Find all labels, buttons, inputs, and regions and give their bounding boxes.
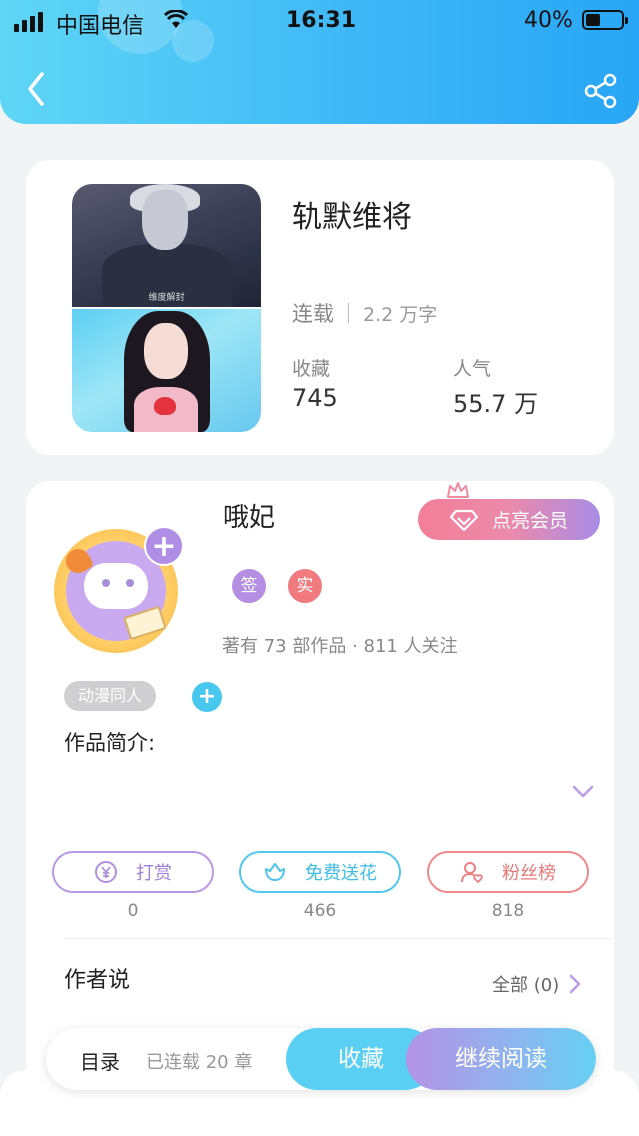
genre-tag[interactable]: 动漫同人 bbox=[64, 681, 157, 711]
favorites-label: 收藏 bbox=[292, 358, 331, 380]
carrier-name: 中国电信 bbox=[56, 14, 145, 39]
popularity-label: 人气 bbox=[453, 358, 492, 380]
book-title: 轨默维将 bbox=[292, 200, 412, 235]
book-cover[interactable]: 维度解封 bbox=[72, 184, 261, 432]
add-tag-button[interactable]: + bbox=[192, 682, 222, 712]
meta-divider bbox=[348, 303, 349, 323]
author-says-title: 作者说 bbox=[64, 968, 131, 993]
intro-label: 作品简介: bbox=[64, 731, 156, 755]
follow-plus-button[interactable]: + bbox=[144, 526, 184, 566]
heart-icon bbox=[154, 397, 176, 415]
reward-count: 0 bbox=[127, 901, 139, 921]
flower-count: 466 bbox=[303, 901, 337, 921]
author-stats: 著有 73 部作品 · 811 人关注 bbox=[222, 636, 458, 657]
book-word-count: 2.2 万字 bbox=[363, 303, 438, 326]
bottom-action-bar: 目录 已连载 20 章 收藏 继续阅读 bbox=[46, 1028, 596, 1090]
fans-ranking-label: 粉丝榜 bbox=[502, 863, 556, 884]
author-says-all-link[interactable]: 全部 (0) bbox=[492, 971, 581, 997]
fans-count: 818 bbox=[491, 901, 525, 921]
flower-icon bbox=[265, 863, 285, 881]
book-info-card: 维度解封 轨默维将 连载 2.2 万字 收藏 745 人气 55.7 万 bbox=[26, 160, 614, 455]
cover-bottom-image bbox=[72, 309, 261, 432]
author-name: 哦妃 bbox=[223, 503, 276, 533]
back-button[interactable] bbox=[18, 66, 54, 112]
diamond-icon bbox=[449, 509, 478, 531]
signal-icon bbox=[14, 12, 43, 32]
reward-button[interactable]: 打赏 bbox=[52, 851, 214, 893]
continue-reading-button[interactable]: 继续阅读 bbox=[406, 1028, 596, 1090]
status-bar: 中国电信 16:31 40% bbox=[0, 0, 639, 44]
section-divider bbox=[64, 938, 612, 939]
fans-ranking-button[interactable]: 粉丝榜 bbox=[427, 851, 589, 893]
toc-chapter-info: 已连载 20 章 bbox=[146, 1052, 253, 1073]
book-meta: 连载 2.2 万字 bbox=[292, 298, 437, 328]
toc-button[interactable]: 目录 bbox=[80, 1046, 120, 1075]
status-time: 16:31 bbox=[286, 8, 357, 33]
popularity-value: 55.7 万 bbox=[453, 390, 539, 418]
reward-label: 打赏 bbox=[136, 863, 172, 884]
send-flower-label: 免费送花 bbox=[305, 863, 377, 884]
crown-icon bbox=[447, 482, 469, 498]
expand-chevron-down-icon[interactable] bbox=[572, 785, 594, 799]
send-flower-button[interactable]: 免费送花 bbox=[239, 851, 401, 893]
author-says-all-label: 全部 (0) bbox=[492, 975, 560, 996]
cover-top-image: 维度解封 bbox=[72, 184, 261, 307]
vip-member-button[interactable]: 点亮会员 bbox=[418, 499, 600, 540]
signed-badge: 签 bbox=[232, 569, 266, 603]
cover-caption: 维度解封 bbox=[148, 293, 185, 303]
fan-user-icon bbox=[461, 862, 483, 884]
battery-icon bbox=[582, 10, 628, 30]
top-header: 中国电信 16:31 40% bbox=[0, 0, 639, 124]
chevron-right-icon bbox=[569, 974, 581, 994]
yen-icon bbox=[95, 861, 117, 883]
book-status: 连载 bbox=[292, 302, 334, 326]
favorites-value: 745 bbox=[292, 384, 338, 412]
wifi-icon bbox=[164, 10, 188, 28]
vip-button-label: 点亮会员 bbox=[491, 510, 568, 532]
battery-percent: 40% bbox=[524, 8, 573, 33]
verified-badge: 实 bbox=[288, 569, 322, 603]
share-button[interactable] bbox=[582, 72, 620, 110]
